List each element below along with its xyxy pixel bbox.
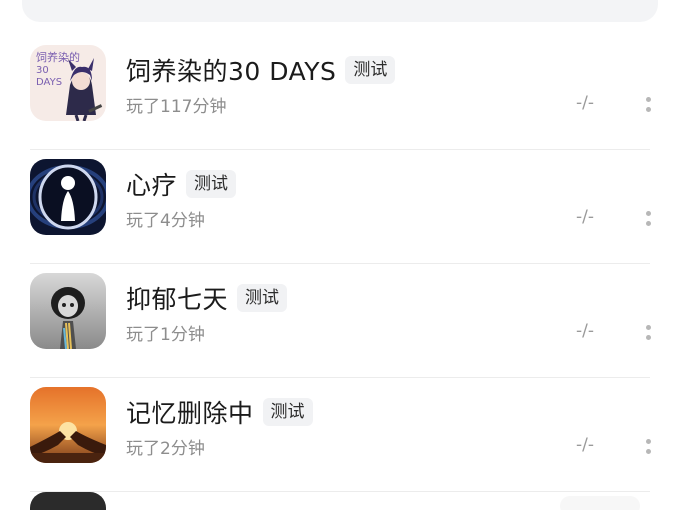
game-row[interactable]: 记忆删除中 测试 玩了2分钟 -/- <box>0 378 680 492</box>
game-thumbnail-partial[interactable] <box>30 492 106 510</box>
score-text: -/- <box>576 93 594 113</box>
game-thumbnail[interactable] <box>30 387 106 463</box>
playtime-text: 玩了4分钟 <box>126 211 205 231</box>
game-list: 饲养染的 30 DAYS 饲养染的30 DAYS 测试 玩了117分钟 -/- <box>0 36 680 492</box>
played-games-page: 饲养染的 30 DAYS 饲养染的30 DAYS 测试 玩了117分钟 -/- <box>0 0 680 510</box>
test-tag: 测试 <box>237 284 288 312</box>
silhouette-portal-cover-image <box>30 159 106 235</box>
game-title: 心疗 <box>126 171 178 200</box>
playtime-text: 玩了2分钟 <box>126 439 205 459</box>
header-card <box>22 0 658 22</box>
title-line: 心疗 测试 <box>126 167 237 201</box>
test-tag: 测试 <box>262 398 313 426</box>
anime-girl-cover-image: 饲养染的 30 DAYS <box>30 45 106 121</box>
game-title: 抑郁七天 <box>126 285 229 314</box>
more-vertical-icon[interactable] <box>640 206 656 230</box>
test-tag: 测试 <box>345 56 396 84</box>
title-line: 抑郁七天 测试 <box>126 281 288 315</box>
svg-text:饲养染的: 饲养染的 <box>36 50 80 64</box>
playtime-text: 玩了117分钟 <box>126 97 227 117</box>
sunset-hands-cover-image <box>30 387 106 463</box>
row-divider <box>30 491 650 492</box>
game-thumbnail[interactable] <box>30 159 106 235</box>
game-title: 饲养染的30 DAYS <box>126 57 337 86</box>
partial-row-placeholder <box>560 496 640 510</box>
game-thumbnail[interactable] <box>30 273 106 349</box>
svg-text:DAYS: DAYS <box>36 77 62 88</box>
more-vertical-icon[interactable] <box>640 320 656 344</box>
game-row[interactable]: 饲养染的 30 DAYS 饲养染的30 DAYS 测试 玩了117分钟 -/- <box>0 36 680 150</box>
game-thumbnail[interactable]: 饲养染的 30 DAYS <box>30 45 106 121</box>
game-title: 记忆删除中 <box>126 399 254 428</box>
more-vertical-icon[interactable] <box>640 434 656 458</box>
score-text: -/- <box>576 207 594 227</box>
game-row[interactable]: 抑郁七天 测试 玩了1分钟 -/- <box>0 264 680 378</box>
svg-text:30: 30 <box>36 65 49 76</box>
score-text: -/- <box>576 321 594 341</box>
sad-girl-cover-image <box>30 273 106 349</box>
title-line: 记忆删除中 测试 <box>126 395 313 429</box>
playtime-text: 玩了1分钟 <box>126 325 205 345</box>
score-text: -/- <box>576 435 594 455</box>
game-row[interactable]: 心疗 测试 玩了4分钟 -/- <box>0 150 680 264</box>
test-tag: 测试 <box>186 170 237 198</box>
more-vertical-icon[interactable] <box>640 92 656 116</box>
title-line: 饲养染的30 DAYS 测试 <box>126 53 396 87</box>
